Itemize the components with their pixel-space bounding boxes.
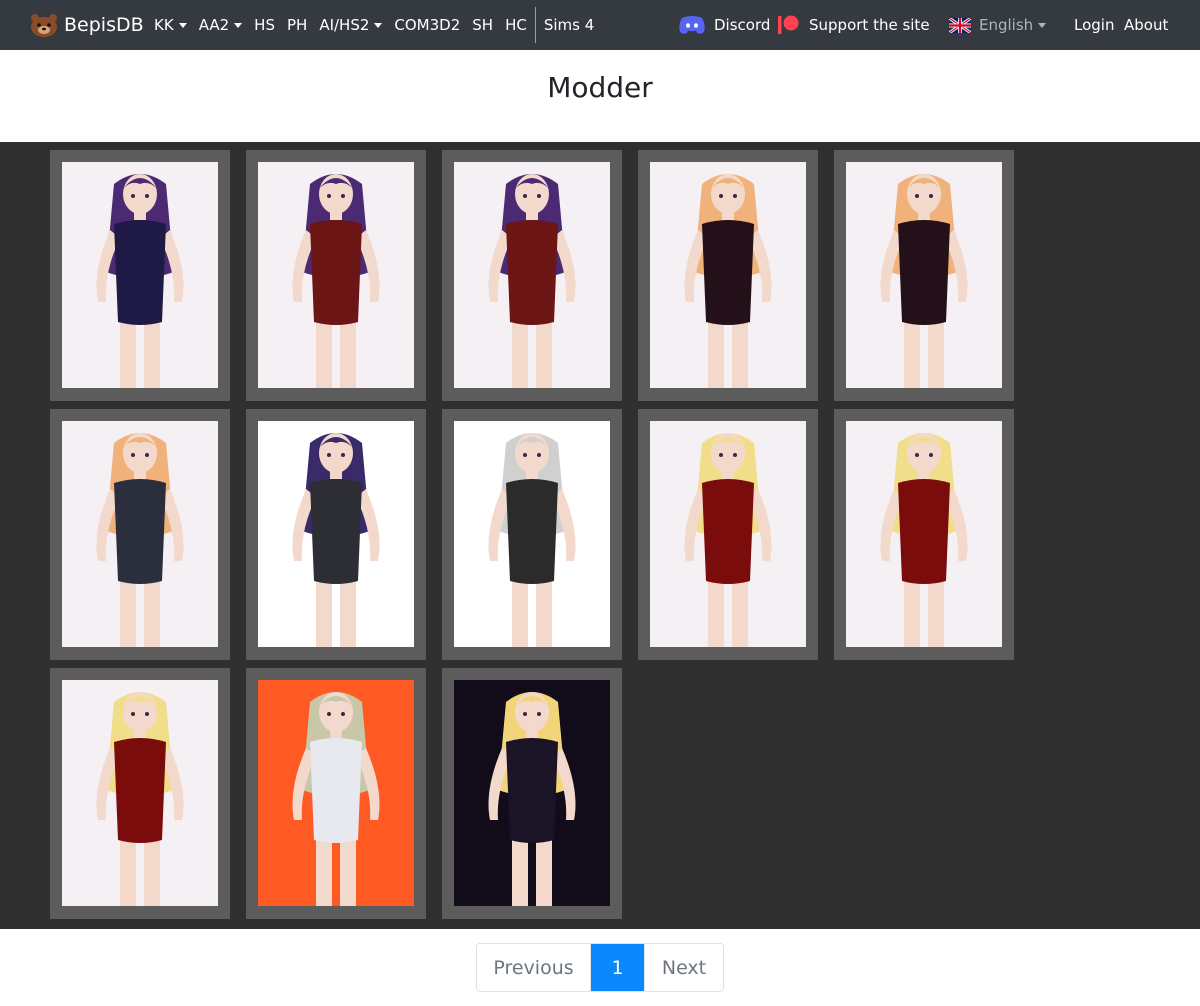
top-navbar: BepisDB KK AA2 HS PH AI/HS2 COM3D2 SH HC xyxy=(0,0,1200,50)
page-1-button[interactable]: 1 xyxy=(591,944,644,991)
character-card[interactable] xyxy=(638,409,818,660)
bepis-logo-icon xyxy=(31,14,57,37)
next-page-button[interactable]: Next xyxy=(644,944,723,991)
caret-down-icon xyxy=(234,22,243,28)
card-gallery xyxy=(0,142,1200,929)
character-figure-icon xyxy=(846,162,1002,388)
character-thumbnail xyxy=(62,162,218,388)
character-thumbnail xyxy=(258,162,414,388)
character-thumbnail xyxy=(846,421,1002,647)
nav-menu: KK AA2 HS PH AI/HS2 COM3D2 SH HC Sims 4 xyxy=(148,0,600,50)
discord-link[interactable]: Discord xyxy=(678,0,770,50)
character-thumbnail xyxy=(454,421,610,647)
character-thumbnail xyxy=(258,680,414,906)
previous-page-button[interactable]: Previous xyxy=(477,944,591,991)
nav-hc-link[interactable]: HC xyxy=(499,0,533,50)
character-figure-icon xyxy=(454,162,610,388)
character-card[interactable] xyxy=(638,150,818,401)
character-figure-icon xyxy=(258,162,414,388)
language-label: English xyxy=(979,16,1034,34)
nav-hc-label: HC xyxy=(505,16,527,34)
support-label: Support the site xyxy=(809,16,930,34)
character-thumbnail xyxy=(258,421,414,647)
nav-kk-dropdown[interactable]: KK xyxy=(148,0,193,50)
nav-sh-label: SH xyxy=(472,16,494,34)
login-link[interactable]: Login xyxy=(1074,0,1114,50)
nav-com3d2-label: COM3D2 xyxy=(394,16,461,34)
nav-aa2-dropdown[interactable]: AA2 xyxy=(193,0,248,50)
character-thumbnail xyxy=(62,421,218,647)
discord-label: Discord xyxy=(714,16,771,34)
character-figure-icon xyxy=(454,680,610,906)
character-card[interactable] xyxy=(50,668,230,919)
character-figure-icon xyxy=(650,421,806,647)
character-figure-icon xyxy=(454,421,610,647)
patreon-icon xyxy=(778,15,799,34)
character-figure-icon xyxy=(258,421,414,647)
character-thumbnail xyxy=(650,162,806,388)
nav-ai-hs2-label: AI/HS2 xyxy=(319,16,370,34)
nav-sims4-link[interactable]: Sims 4 xyxy=(538,0,600,50)
nav-com3d2-link[interactable]: COM3D2 xyxy=(388,0,466,50)
character-thumbnail xyxy=(454,680,610,906)
caret-down-icon xyxy=(178,22,187,28)
nav-sims4-label: Sims 4 xyxy=(543,16,595,34)
character-card[interactable] xyxy=(246,668,426,919)
character-thumbnail xyxy=(846,162,1002,388)
nav-ph-link[interactable]: PH xyxy=(281,0,313,50)
character-card[interactable] xyxy=(50,409,230,660)
language-dropdown[interactable]: English xyxy=(949,0,1047,50)
nav-kk-label: KK xyxy=(154,16,174,34)
about-link[interactable]: About xyxy=(1124,0,1168,50)
nav-aa2-label: AA2 xyxy=(198,16,230,34)
nav-ai-hs2-dropdown[interactable]: AI/HS2 xyxy=(313,0,388,50)
about-label: About xyxy=(1124,16,1169,34)
nav-hs-label: HS xyxy=(254,16,275,34)
pagination: Previous 1 Next xyxy=(476,943,724,992)
character-figure-icon xyxy=(258,680,414,906)
character-card[interactable] xyxy=(442,668,622,919)
character-card[interactable] xyxy=(834,150,1014,401)
nav-sh-link[interactable]: SH xyxy=(466,0,499,50)
character-figure-icon xyxy=(62,421,218,647)
discord-icon xyxy=(679,16,705,34)
character-thumbnail xyxy=(650,421,806,647)
brand-name: BepisDB xyxy=(64,14,144,36)
character-figure-icon xyxy=(846,421,1002,647)
character-card[interactable] xyxy=(50,150,230,401)
login-label: Login xyxy=(1074,16,1115,34)
nav-ph-label: PH xyxy=(286,16,308,34)
character-figure-icon xyxy=(650,162,806,388)
character-card[interactable] xyxy=(834,409,1014,660)
character-figure-icon xyxy=(62,162,218,388)
character-card[interactable] xyxy=(442,409,622,660)
character-card[interactable] xyxy=(246,409,426,660)
character-figure-icon xyxy=(62,680,218,906)
caret-down-icon xyxy=(374,22,383,28)
character-card[interactable] xyxy=(442,150,622,401)
character-card[interactable] xyxy=(246,150,426,401)
support-link[interactable]: Support the site xyxy=(778,0,930,50)
nav-divider xyxy=(534,7,536,43)
nav-hs-link[interactable]: HS xyxy=(248,0,281,50)
character-thumbnail xyxy=(62,680,218,906)
character-thumbnail xyxy=(454,162,610,388)
brand-link[interactable]: BepisDB xyxy=(28,0,144,50)
uk-flag-icon xyxy=(949,17,971,33)
page-title: Modder xyxy=(547,71,653,104)
caret-down-icon xyxy=(1038,22,1047,28)
